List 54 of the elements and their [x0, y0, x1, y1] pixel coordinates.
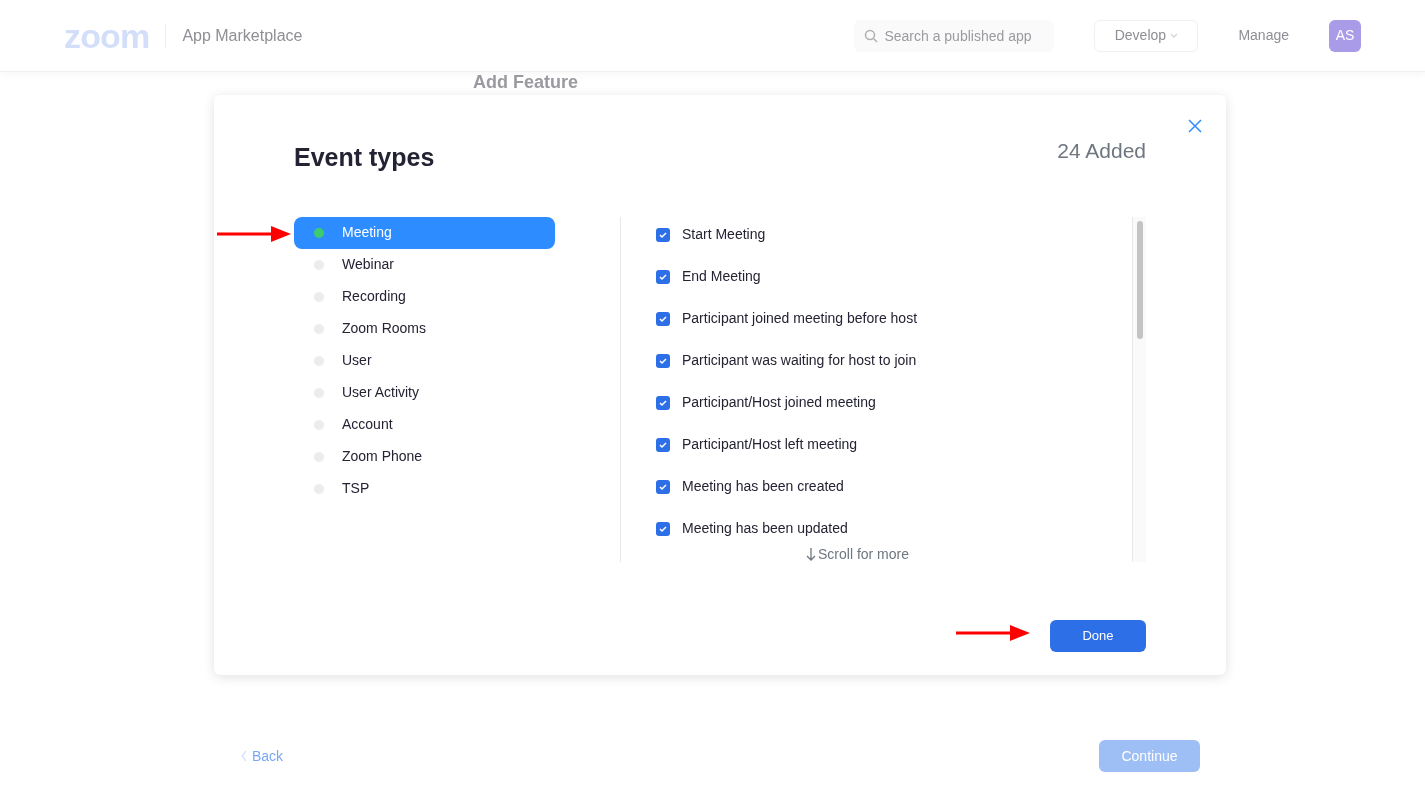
search-field[interactable]: Search a published app — [854, 19, 1055, 52]
checkbox[interactable] — [656, 437, 670, 452]
check-icon — [658, 397, 668, 408]
arrow-down-icon — [806, 547, 816, 561]
page-title: Add Feature — [473, 72, 578, 92]
category-label: TSP — [342, 479, 370, 498]
category-label: Meeting — [342, 223, 392, 242]
category-label: User Activity — [342, 383, 419, 402]
event-label: Meeting has been updated — [682, 519, 848, 538]
check-icon — [658, 523, 668, 534]
category-item[interactable]: Webinar — [294, 248, 555, 281]
check-icon — [658, 481, 668, 492]
search-icon — [864, 28, 879, 43]
category-item[interactable]: Zoom Phone — [294, 440, 555, 473]
category-label: Account — [342, 415, 393, 434]
added-count: 24 Added — [1057, 138, 1146, 164]
category-label: Zoom Phone — [342, 447, 423, 466]
check-icon — [658, 355, 668, 366]
category-label: Webinar — [342, 255, 394, 274]
checkbox[interactable] — [656, 311, 670, 326]
checkbox[interactable] — [656, 227, 670, 242]
check-icon — [658, 229, 668, 240]
event-label: Meeting has been created — [682, 477, 844, 496]
category-label: User — [342, 351, 372, 370]
category-item[interactable]: Zoom Rooms — [294, 312, 555, 345]
event-label: Participant was waiting for host to join — [682, 351, 917, 370]
done-button[interactable]: Done — [1050, 619, 1146, 652]
category-label: Recording — [342, 287, 406, 306]
close-icon[interactable] — [1188, 119, 1202, 133]
event-label: Participant/Host joined meeting — [682, 393, 876, 412]
check-icon — [658, 271, 668, 282]
chevron-left-icon — [240, 750, 248, 762]
product-name: App Marketplace — [182, 25, 303, 46]
dialog-title: Event types — [294, 142, 435, 173]
category-item[interactable]: Account — [294, 408, 555, 441]
checkbox[interactable] — [656, 269, 670, 284]
category-item[interactable]: TSP — [294, 472, 555, 505]
checkbox[interactable] — [656, 353, 670, 368]
category-label: Zoom Rooms — [342, 319, 427, 338]
scrollbar[interactable] — [1132, 216, 1146, 562]
category-item[interactable]: User — [294, 344, 555, 377]
category-item[interactable]: Recording — [294, 280, 555, 313]
caret-icon — [1170, 32, 1179, 39]
scroll-hint-text: Scroll for more — [818, 544, 910, 564]
checkbox[interactable] — [656, 521, 670, 536]
checkbox[interactable] — [656, 479, 670, 494]
event-label: Participant/Host left meeting — [682, 435, 858, 454]
check-icon — [658, 313, 668, 324]
event-label: Start Meeting — [682, 225, 766, 244]
event-label: Participant joined meeting before host — [682, 309, 918, 328]
category-item[interactable]: User Activity — [294, 376, 555, 409]
event-label: End Meeting — [682, 267, 761, 286]
checkbox[interactable] — [656, 395, 670, 410]
check-icon — [658, 439, 668, 450]
